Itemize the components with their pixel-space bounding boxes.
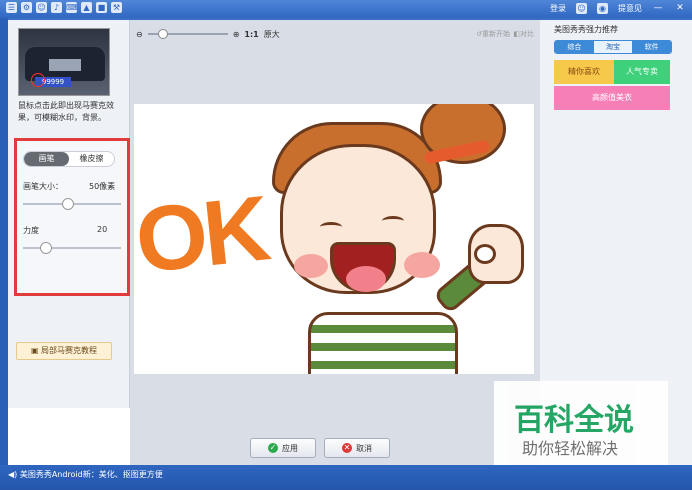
- apply-label: 应用: [282, 443, 298, 453]
- tab-brush[interactable]: 画笔: [24, 152, 69, 166]
- blank-area: [8, 408, 130, 465]
- minimize-button[interactable]: —: [652, 2, 664, 14]
- zoom-ratio[interactable]: 1:1: [244, 30, 258, 39]
- brush-size-label: 画笔大小：: [23, 182, 63, 191]
- striped-shirt: [308, 312, 458, 374]
- toolbar-icons: ☰ ⚙ ☺ ♪ ⌨ ▲ ■ ⚒: [6, 2, 122, 13]
- watermark-subtitle: 助你轻松解决: [522, 439, 619, 458]
- ok-ring: [474, 244, 496, 264]
- brush-size-value: 50像素: [89, 182, 116, 191]
- tab-software[interactable]: 软件: [632, 41, 671, 53]
- menu-icon[interactable]: ☰: [6, 2, 17, 13]
- brush-eraser-toggle: 画笔 橡皮擦: [23, 151, 115, 167]
- ok-text: OK: [134, 177, 271, 293]
- action-buttons: ✓ 应用 ✕ 取消: [250, 438, 390, 458]
- editing-image[interactable]: OK: [134, 104, 534, 374]
- canvas-area: ⊖ ⊕ 1:1 原大 ↺重新开始 ◧对比 OK: [130, 20, 540, 465]
- reset-button[interactable]: ↺重新开始: [476, 29, 510, 39]
- zoom-knob[interactable]: [157, 29, 168, 39]
- watermark-logo: 百科全说 助你轻松解决: [494, 381, 668, 465]
- right-cheek: [404, 252, 440, 278]
- strength-label: 力度: [23, 226, 39, 235]
- tongue: [346, 266, 386, 292]
- mosaic-tool-box: 画笔 橡皮擦 画笔大小： 50像素 力度 20: [14, 138, 130, 296]
- left-panel: 99999 鼠标点击此即出现马赛克效果，可模糊水印，背景。 画笔 橡皮擦 画笔大…: [8, 20, 130, 408]
- desktop-strip: [0, 18, 8, 465]
- zoom-out-icon[interactable]: ⊖: [136, 30, 143, 39]
- compare-icon: ◧: [513, 30, 520, 38]
- tile-popular[interactable]: 人气专卖: [614, 60, 670, 84]
- recommend-tabs: 综合 淘宝 软件: [554, 40, 672, 54]
- compare-button[interactable]: ◧对比: [513, 29, 534, 39]
- tile-fashion[interactable]: 高颜值美衣: [554, 86, 670, 110]
- strength-slider[interactable]: [23, 242, 121, 254]
- triangle-icon[interactable]: ▲: [81, 2, 92, 13]
- tile-guess-you-like[interactable]: 精你喜欢: [554, 60, 614, 84]
- left-cheek: [294, 254, 328, 278]
- status-text[interactable]: 美图秀秀Android新：美化、抠图更方便: [20, 470, 163, 479]
- mosaic-tutorial-button[interactable]: ▣ 局部马赛克教程: [16, 342, 112, 360]
- strength-value: 20: [97, 225, 108, 234]
- tab-general[interactable]: 综合: [555, 41, 594, 53]
- title-bar-right: 登录 ☺ ◉ 提意见 — ✕: [550, 2, 686, 14]
- check-icon: ✓: [268, 443, 278, 453]
- wrench-icon[interactable]: ⚒: [111, 2, 122, 13]
- smiley-icon[interactable]: ☺: [36, 2, 47, 13]
- plate-highlight: [31, 73, 45, 87]
- music-icon[interactable]: ♪: [51, 2, 62, 13]
- shirt-icon[interactable]: ■: [96, 2, 107, 13]
- settings-icon[interactable]: ⚙: [21, 2, 32, 13]
- brush-size-knob[interactable]: [61, 198, 74, 210]
- apply-button[interactable]: ✓ 应用: [250, 438, 316, 458]
- speaker-icon: ◀): [8, 470, 20, 479]
- status-bar: ◀) 美图秀秀Android新：美化、抠图更方便: [0, 465, 692, 490]
- avatar-icon[interactable]: ☺: [576, 2, 587, 14]
- right-eye: [382, 216, 404, 226]
- tab-taobao[interactable]: 淘宝: [593, 41, 633, 53]
- keyboard-icon[interactable]: ⌨: [66, 2, 78, 13]
- tab-eraser[interactable]: 橡皮擦: [69, 152, 114, 166]
- strength-knob[interactable]: [40, 242, 53, 254]
- tutorial-label: 局部马赛克教程: [41, 346, 98, 355]
- close-button[interactable]: ✕: [674, 2, 686, 14]
- login-link[interactable]: 登录: [550, 3, 566, 14]
- recommend-title: 美图秀秀强力推荐: [554, 25, 618, 34]
- cancel-label: 取消: [356, 443, 372, 453]
- left-eye: [320, 222, 342, 232]
- compare-label: 对比: [520, 30, 534, 38]
- preview-thumbnail[interactable]: 99999: [18, 28, 110, 96]
- cancel-icon: ✕: [342, 443, 352, 453]
- original-size-button[interactable]: 原大: [264, 29, 280, 40]
- zoom-in-icon[interactable]: ⊕: [233, 30, 240, 39]
- cancel-button[interactable]: ✕ 取消: [324, 438, 390, 458]
- watermark-title: 百科全说: [514, 403, 634, 438]
- box-icon: ▣: [30, 346, 42, 355]
- weibo-icon[interactable]: ◉: [597, 2, 608, 14]
- brush-size-slider[interactable]: [23, 198, 121, 210]
- reset-label: 重新开始: [482, 30, 510, 38]
- hint-text: 鼠标点击此即出现马赛克效果，可模糊水印，背景。: [18, 101, 114, 122]
- car-grille: [49, 59, 81, 71]
- feedback-link[interactable]: 提意见: [618, 3, 642, 14]
- title-bar: ☰ ⚙ ☺ ♪ ⌨ ▲ ■ ⚒ 登录 ☺ ◉ 提意见 — ✕: [0, 0, 692, 18]
- zoom-slider[interactable]: [147, 29, 228, 39]
